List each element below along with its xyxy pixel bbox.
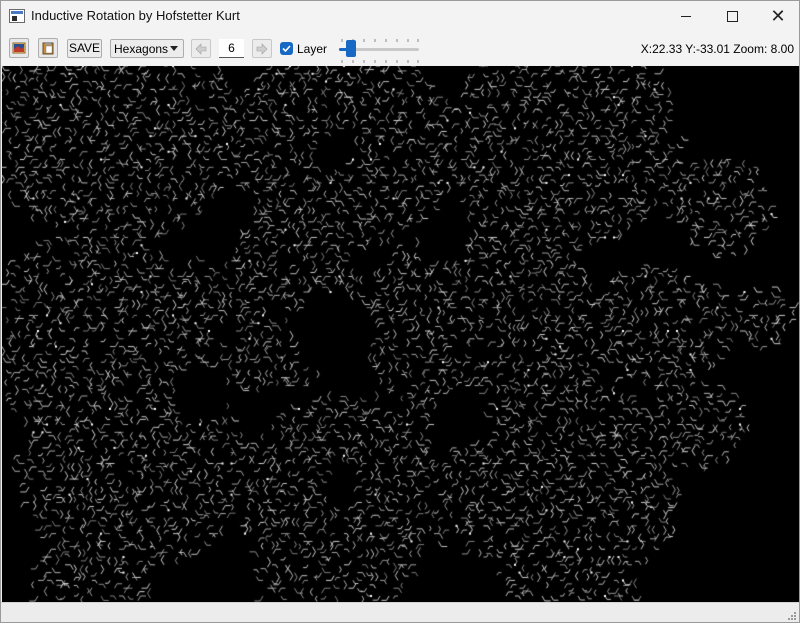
layer-slider[interactable] xyxy=(337,39,423,63)
maximize-icon xyxy=(726,10,738,22)
iteration-field[interactable]: 6 xyxy=(219,39,244,58)
next-button[interactable] xyxy=(252,39,272,58)
title-bar[interactable]: Inductive Rotation by Hofstetter Kurt ✕ xyxy=(1,1,799,31)
layer-checkbox-label: Layer xyxy=(297,42,328,56)
tiling-canvas[interactable] xyxy=(2,66,799,602)
minimize-button[interactable] xyxy=(663,1,709,31)
app-icon xyxy=(9,9,25,23)
checkmark-icon xyxy=(282,45,291,53)
arrow-right-icon xyxy=(256,43,268,55)
slider-handle[interactable] xyxy=(346,40,356,57)
shape-select[interactable]: Hexagons xyxy=(110,39,184,58)
minimize-icon xyxy=(681,15,691,17)
image-open-icon xyxy=(12,42,26,54)
clipboard-icon xyxy=(42,42,54,55)
save-button[interactable]: SAVE xyxy=(67,39,102,58)
paste-button[interactable] xyxy=(38,38,58,58)
coordinate-zoom-readout: X:22.33 Y:-33.01 Zoom: 8.00 xyxy=(640,42,794,56)
resize-grip-icon[interactable] xyxy=(785,609,797,621)
maximize-button[interactable] xyxy=(709,1,755,31)
app-window: Inductive Rotation by Hofstetter Kurt ✕ … xyxy=(0,0,800,623)
close-icon: ✕ xyxy=(770,6,786,26)
arrow-left-icon xyxy=(195,43,207,55)
chevron-down-icon xyxy=(170,46,178,51)
layer-checkbox[interactable] xyxy=(280,42,293,55)
previous-button[interactable] xyxy=(191,39,211,58)
open-image-button[interactable] xyxy=(9,38,29,58)
shape-select-value: Hexagons xyxy=(114,42,169,56)
close-button[interactable]: ✕ xyxy=(755,1,799,31)
window-title: Inductive Rotation by Hofstetter Kurt xyxy=(31,8,240,23)
toolbar: SAVE Hexagons 6 Layer X:22.33 Y:-33.01 Z… xyxy=(1,31,799,65)
tiling-pattern xyxy=(2,66,799,602)
status-bar xyxy=(1,602,799,622)
